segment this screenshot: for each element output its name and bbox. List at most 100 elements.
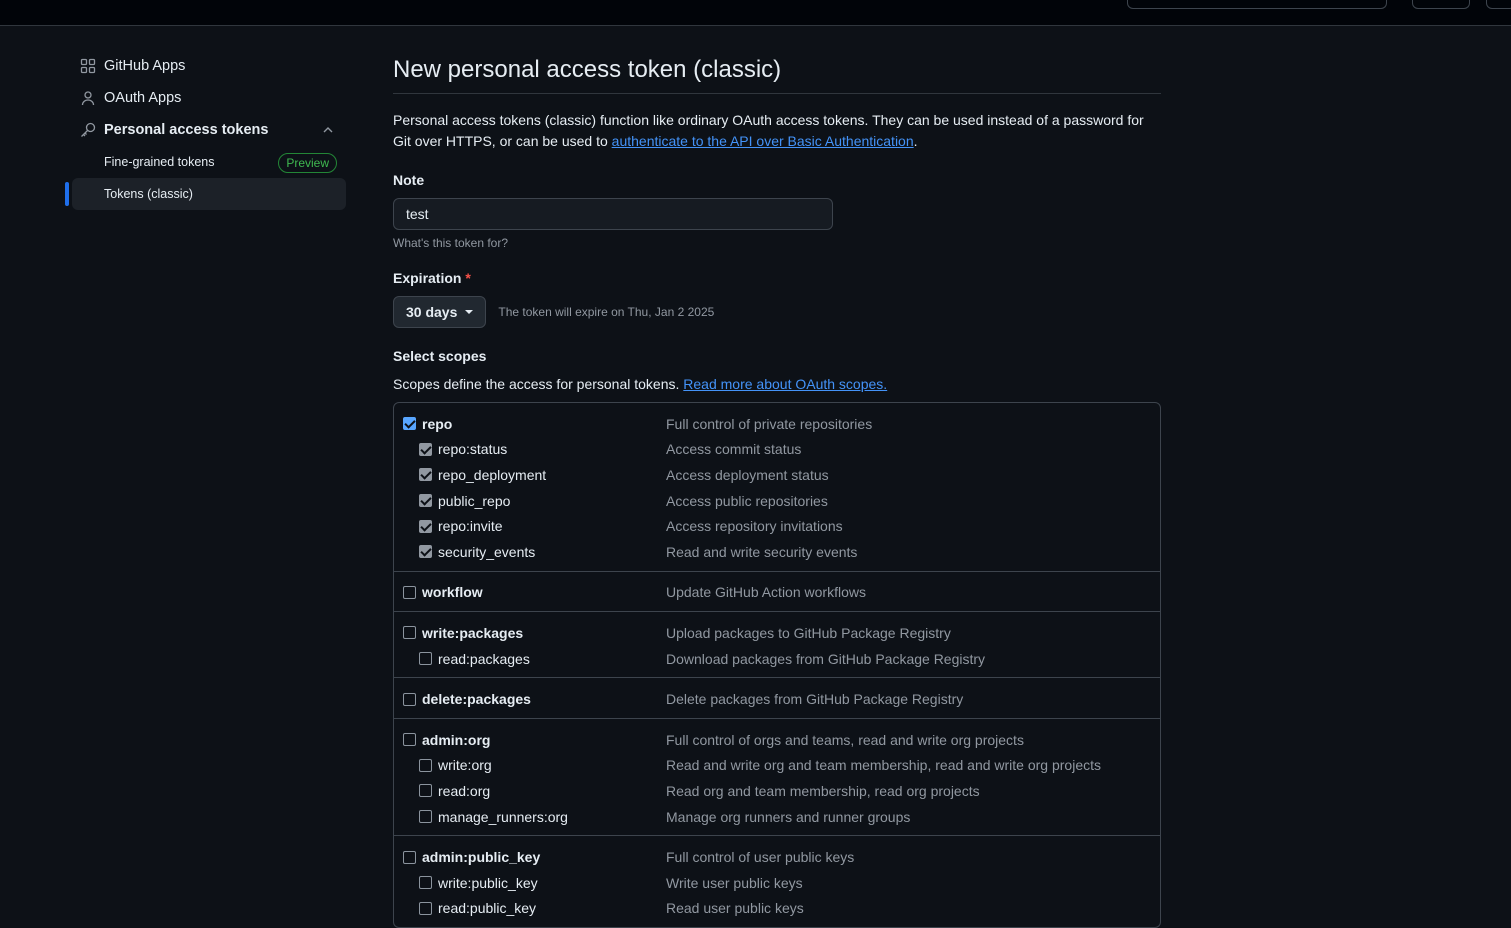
note-label: Note: [393, 172, 425, 188]
scope-description: Read and write security events: [666, 543, 858, 560]
sidebar-item-personal-access-tokens[interactable]: Personal access tokens: [72, 114, 346, 146]
scope-row: security_events Read and write security e…: [394, 539, 1160, 565]
scope-checkbox[interactable]: [419, 652, 432, 666]
scope-description: Full control of user public keys: [666, 849, 855, 866]
scope-checkbox[interactable]: [403, 692, 416, 706]
page-title: New personal access token (classic): [393, 50, 1161, 94]
main-content: New personal access token (classic) Pers…: [393, 50, 1161, 928]
scope-checkbox[interactable]: [403, 733, 416, 747]
scope-name: manage_runners:org: [438, 808, 568, 825]
scope-name: workflow: [422, 584, 483, 601]
scope-name: security_events: [438, 543, 536, 560]
scope-description: Read and write org and team membership, …: [666, 757, 1101, 774]
basic-auth-link[interactable]: authenticate to the API over Basic Authe…: [612, 133, 914, 149]
scope-description: Full control of private repositories: [666, 415, 873, 432]
scope-description: Access deployment status: [666, 466, 829, 483]
scope-name: delete:packages: [422, 691, 531, 708]
scopes-description: Scopes define the access for personal to…: [393, 376, 1161, 392]
sidebar-item-label: OAuth Apps: [104, 90, 182, 106]
scope-checkbox[interactable]: [403, 626, 416, 640]
sidebar-subitem-label: Tokens (classic): [104, 187, 193, 201]
scope-description: Read org and team membership, read org p…: [666, 782, 980, 799]
note-hint: What's this token for?: [393, 236, 509, 250]
scope-row: workflow Update GitHub Action workflows: [394, 580, 1160, 606]
scope-row: write:public_key Write user public keys: [394, 870, 1160, 896]
scope-name: read:org: [438, 782, 491, 799]
sidebar-item-label: Personal access tokens: [104, 122, 269, 138]
sidebar-item-github-apps[interactable]: GitHub Apps: [72, 50, 346, 82]
intro-end: .: [913, 133, 918, 149]
scope-description: Upload packages to GitHub Package Regist…: [666, 624, 951, 641]
preview-badge: Preview: [278, 153, 337, 173]
expiration-note: The token will expire on Thu, Jan 2 2025: [498, 305, 715, 319]
intro-text: Personal access tokens (classic) functio…: [393, 110, 1161, 152]
scope-checkbox[interactable]: [403, 585, 416, 599]
scope-checkbox[interactable]: [419, 545, 432, 559]
scope-row: manage_runners:org Manage org runners and…: [394, 804, 1160, 830]
scopes-table: repo Full control of private repositories…: [393, 402, 1161, 928]
scope-row: repo:status Access commit status: [394, 437, 1160, 463]
scope-name: admin:public_key: [422, 849, 541, 866]
scope-row: delete:packages Delete packages from GitH…: [394, 686, 1160, 712]
scopes-desc-text: Scopes define the access for personal to…: [393, 376, 684, 392]
scope-description: Access commit status: [666, 441, 802, 458]
expiration-value: 30 days: [406, 304, 458, 320]
scope-description: Delete packages from GitHub Package Regi…: [666, 691, 964, 708]
scope-row: admin:org Full control of orgs and teams,…: [394, 727, 1160, 753]
scope-checkbox[interactable]: [403, 850, 416, 864]
scope-checkbox[interactable]: [403, 417, 416, 431]
apps-grid-icon: [80, 58, 96, 74]
sidebar-item-fine-grained-tokens[interactable]: Fine-grained tokens Preview: [72, 146, 346, 178]
sidebar-item-oauth-apps[interactable]: OAuth Apps: [72, 82, 346, 114]
scope-checkbox[interactable]: [419, 494, 432, 508]
scope-name: repo: [422, 415, 453, 432]
scope-checkbox[interactable]: [419, 442, 432, 456]
scope-row: admin:public_key Full control of user pub…: [394, 844, 1160, 870]
scope-name: repo:invite: [438, 518, 503, 535]
scope-name: write:packages: [422, 624, 524, 641]
scope-description: Manage org runners and runner groups: [666, 808, 911, 825]
scope-description: Download packages from GitHub Package Re…: [666, 650, 986, 667]
scope-checkbox[interactable]: [419, 810, 432, 824]
scope-group: repo Full control of private repositories…: [394, 403, 1160, 572]
scope-description: Update GitHub Action workflows: [666, 584, 866, 601]
sidebar-item-tokens-classic[interactable]: Tokens (classic): [65, 178, 346, 210]
scope-row: write:org Read and write org and team mem…: [394, 753, 1160, 779]
scope-name: read:public_key: [438, 900, 537, 917]
scopes-label: Select scopes: [393, 348, 487, 364]
scope-row: repo:invite Access repository invitations: [394, 513, 1160, 539]
scope-name: admin:org: [422, 731, 491, 748]
scope-name: repo_deployment: [438, 466, 547, 483]
chevron-up-icon[interactable]: [320, 122, 336, 138]
scope-row: public_repo Access public repositories: [394, 488, 1160, 514]
sidebar-subitem-label: Fine-grained tokens: [104, 155, 215, 169]
search-box[interactable]: [1127, 0, 1387, 9]
caret-down-icon: [465, 310, 474, 314]
expiration-dropdown[interactable]: 30 days: [393, 296, 487, 328]
header-button[interactable]: [1412, 0, 1470, 9]
header-avatar[interactable]: [1486, 0, 1511, 9]
scope-checkbox[interactable]: [419, 519, 432, 533]
scope-name: write:public_key: [438, 874, 538, 891]
scope-name: write:org: [438, 757, 492, 774]
scope-checkbox[interactable]: [419, 468, 432, 482]
scope-row: read:packages Download packages from GitH…: [394, 646, 1160, 672]
note-input[interactable]: [393, 198, 833, 230]
oauth-scopes-link[interactable]: Read more about OAuth scopes.: [683, 376, 887, 392]
key-icon: [80, 122, 96, 138]
scope-checkbox[interactable]: [419, 901, 432, 915]
scope-row: read:org Read org and team membership, re…: [394, 778, 1160, 804]
scope-row: repo_deployment Access deployment status: [394, 462, 1160, 488]
scope-checkbox[interactable]: [419, 758, 432, 772]
scope-checkbox[interactable]: [419, 784, 432, 798]
settings-sidebar: GitHub Apps OAuth Apps Personal access t…: [65, 50, 346, 210]
top-header: [0, 0, 1511, 26]
required-marker: *: [465, 270, 471, 286]
person-icon: [80, 90, 96, 106]
scope-row: write:packages Upload packages to GitHub …: [394, 620, 1160, 646]
scope-group: write:packages Upload packages to GitHub …: [394, 612, 1160, 679]
scope-group: admin:public_key Full control of user pub…: [394, 836, 1160, 927]
scope-row: read:public_key Read user public keys: [394, 896, 1160, 922]
scope-checkbox[interactable]: [419, 876, 432, 890]
scope-description: Access repository invitations: [666, 518, 843, 535]
